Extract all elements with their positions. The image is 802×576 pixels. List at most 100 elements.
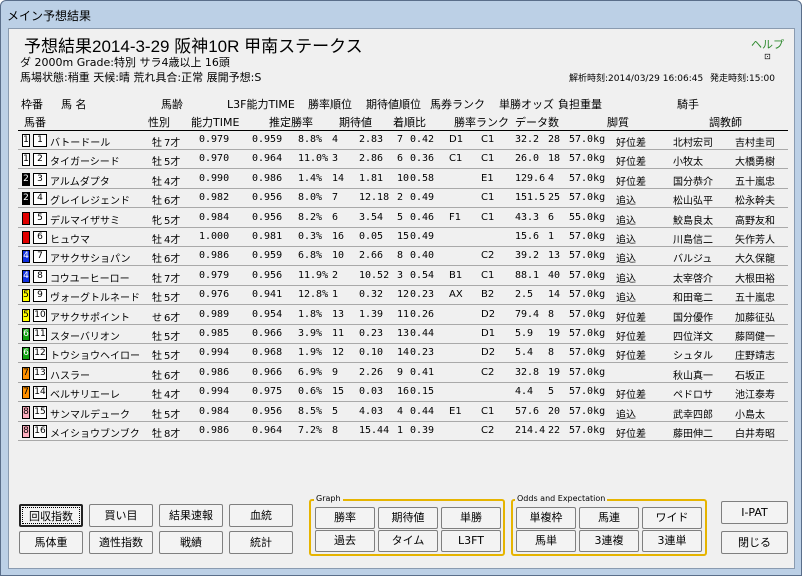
win-odds: 2.5 [515, 289, 534, 301]
odds-trifecta-button[interactable]: 3連単 [642, 530, 702, 552]
horse-name: サンマルデューク [50, 409, 130, 421]
trainer: 加藤征弘 [735, 312, 775, 324]
table-row[interactable]: 7 13 ハスラー 牡 6才 0.986 0.966 6.9% 9 2.26 9 0.41 C2 32.8… [18, 364, 788, 383]
horse-number: 12 [33, 347, 47, 361]
odds-trio-button[interactable]: 3連複 [579, 530, 639, 552]
age: 6才 [164, 254, 181, 266]
ability-time: 0.989 [199, 308, 230, 320]
trainer: 庄野靖志 [735, 351, 775, 363]
finish-ratio: 0.15 [410, 386, 435, 398]
expected-value: 1.39 [359, 308, 384, 320]
expected-value: 15.44 [359, 425, 390, 436]
table-row[interactable]: 6 12 トウショウヘイロー牡 5才 0.994 0.968 1.9% 12 0.10 14 0.2… [18, 344, 788, 364]
win-rate-grade: D2 [481, 308, 496, 320]
aptitude-index-button[interactable]: 適性指数 [89, 531, 153, 554]
weight: 57.0kg [569, 347, 606, 359]
l3f-ability-time: 0.954 [252, 308, 283, 320]
finish-ratio: 0.54 [410, 269, 435, 281]
graph-expected-value-button[interactable]: 期待値 [378, 507, 438, 529]
column-header: データ数 [515, 116, 559, 129]
column-header: 期待値順位 [366, 98, 421, 111]
table-row[interactable]: 1 1 バトードール牡 7才 0.979 0.959 8.8% 4 2.83 7 0.42 D1 C1 3… [18, 131, 788, 150]
sex: 牡 [152, 293, 162, 305]
close-button[interactable]: 閉じる [721, 531, 788, 554]
result-flash-button[interactable]: 結果速報 [159, 504, 223, 527]
odds-quinella-button[interactable]: 馬連 [579, 507, 639, 529]
win-rate-grade: C2 [481, 250, 495, 262]
table-row[interactable]: 5 9 ヴォーグトルネード牡 5才 0.976 0.941 12.8% 1 0.32 12 0.23… [18, 286, 788, 306]
table-row[interactable]: 3 5 デルマイザサミ牝 5才 0.984 0.956 8.2% 6 3.54 5 0.46 F1 C1… [18, 209, 788, 228]
expected-value-rank: 2 [397, 192, 404, 204]
age: 4才 [164, 390, 181, 402]
table-row[interactable]: 4 7 アサクサショパン 牡 6才 0.986 0.959 6.8% 10 2.66 8 0.40 C2… [18, 247, 788, 267]
table-row[interactable]: 3 6 ヒュウマ 牡 4才 1.000 0.981 0.3% 16 0.05 15 0.49 15.6 1… [18, 228, 788, 247]
weight: 57.0kg [569, 250, 606, 262]
data-count: 5 [548, 386, 555, 398]
jockey: 小牧太 [673, 157, 703, 169]
graph-time-button[interactable]: タイム [378, 530, 438, 552]
win-rate-grade: C1 [481, 211, 495, 223]
win-rate-grade: C1 [481, 134, 495, 145]
column-header: 勝率順位 [308, 98, 352, 111]
jockey: 松山弘平 [673, 196, 713, 208]
odds-wide-button[interactable]: ワイド [642, 507, 702, 529]
sex: 牡 [152, 254, 162, 266]
expected-value-rank: 7 [397, 134, 404, 145]
ability-time: 0.986 [199, 250, 230, 262]
recovery-index-button[interactable]: 回収指数 [19, 504, 83, 527]
expected-value: 2.26 [359, 366, 384, 378]
window-restore-icon[interactable]: ⊡ [764, 52, 771, 61]
jockey: 四位洋文 [673, 332, 713, 343]
l3f-ability-time: 0.959 [252, 134, 283, 145]
weight: 57.0kg [569, 269, 606, 281]
statistics-button[interactable]: 統計 [229, 531, 293, 554]
buy-targets-button[interactable]: 買い目 [89, 504, 153, 527]
expected-value: 2.66 [359, 250, 384, 262]
graph-past-button[interactable]: 過去 [315, 530, 375, 552]
table-row[interactable]: 7 14 ベルサリエーレ 牡 4才 0.994 0.975 0.6% 15 0.03 16 0.15 4… [18, 383, 788, 403]
column-header: 馬齢 [161, 98, 183, 111]
column-header: 単勝オッズ [499, 98, 554, 111]
horse-weight-button[interactable]: 馬体重 [19, 531, 83, 554]
l3f-ability-time: 0.964 [252, 425, 283, 436]
table-row[interactable]: 2 3 アルムダプタ 牡 4才 0.990 0.986 1.4% 14 1.81 10 0.58 E1 1… [18, 170, 788, 189]
age: 6才 [164, 312, 181, 324]
table-row[interactable]: 8 16 メイショウブンブク牡 8才 0.986 0.964 7.2% 8 15.44 1 0.39… [18, 422, 788, 441]
table-row[interactable]: 2 4 グレイレジェンド牡 6才 0.982 0.956 8.0% 7 12.18 2 0.49 C1… [18, 189, 788, 209]
expected-value: 2.83 [359, 134, 384, 145]
graph-win-button[interactable]: 単勝 [441, 507, 501, 529]
graph-l3ft-button[interactable]: L3FT [441, 530, 501, 552]
odds-exacta-button[interactable]: 馬単 [516, 530, 576, 552]
horse-number: 3 [33, 172, 47, 186]
column-header: 負担重量 [558, 98, 602, 111]
win-rate-rank: 7 [332, 192, 339, 204]
l3f-ability-time: 0.986 [252, 172, 283, 184]
data-count: 28 [548, 134, 561, 145]
table-row[interactable]: 4 8 コウユーヒーロー 牡 7才 0.979 0.956 11.9% 2 10.52 3 0.54 B… [18, 267, 788, 286]
running-style: 好位差 [616, 429, 646, 440]
estimated-win-rate: 12.8% [298, 289, 329, 301]
ipat-button[interactable]: I-PAT [721, 501, 788, 524]
graph-win-rate-button[interactable]: 勝率 [315, 507, 375, 529]
estimated-win-rate: 11.9% [298, 269, 329, 281]
odds-win-place-frame-button[interactable]: 単複枠 [516, 507, 576, 529]
win-rate-rank: 9 [332, 366, 339, 378]
help-link[interactable]: ヘルプ [751, 36, 784, 52]
table-row[interactable]: 6 11 スターバリオン牡 5才 0.985 0.966 3.9% 11 0.23 13 0.44 D… [18, 325, 788, 344]
expected-value: 0.10 [359, 347, 384, 359]
win-odds: 88.1 [515, 269, 540, 281]
weight: 57.0kg [569, 328, 606, 339]
table-row[interactable]: 5 10 アサクサポイント せ 6才 0.989 0.954 1.8% 13 1.39 11 0.26… [18, 306, 788, 325]
table-row[interactable]: 1 2 タイガーシード 牡 5才 0.970 0.964 11.0% 3 2.86 6 0.36 C1 C… [18, 150, 788, 170]
sex: 牡 [152, 235, 162, 246]
frame-number: 4 [22, 250, 30, 264]
weight: 57.0kg [569, 405, 606, 417]
win-odds: 32.8 [515, 366, 540, 378]
expected-value-rank: 9 [397, 366, 404, 378]
table-row[interactable]: 8 15 サンマルデューク 牡 5才 0.984 0.956 8.5% 5 4.03 4 0.44 E1… [18, 403, 788, 422]
horse-name: グレイレジェンド [50, 196, 130, 208]
pedigree-button[interactable]: 血統 [229, 504, 293, 527]
horse-name: デルマイザサミ [50, 215, 120, 227]
record-button[interactable]: 戦績 [159, 531, 223, 554]
finish-ratio: 0.49 [410, 192, 435, 204]
